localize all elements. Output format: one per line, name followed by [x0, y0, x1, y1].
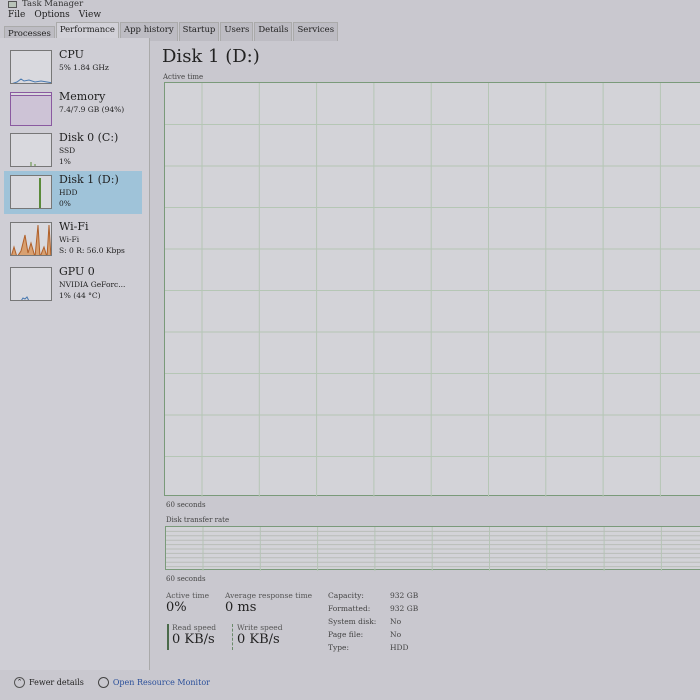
- prop-value: No: [390, 630, 402, 639]
- response-time-value: 0 ms: [225, 600, 257, 615]
- sidebar-item-detail: Wi-Fi: [59, 235, 80, 244]
- sidebar-item-detail: 0%: [59, 199, 71, 208]
- sidebar-item-label: Memory: [59, 90, 106, 103]
- page-title: Disk 1 (D:): [162, 46, 260, 67]
- graph-time-span: 60 seconds: [166, 501, 206, 509]
- read-speed-label: Read speed: [172, 623, 217, 632]
- sidebar-item-detail: 5% 1.84 GHz: [59, 63, 109, 72]
- sidebar-item-wifi[interactable]: Wi-Fi Wi-Fi S: 0 R: 56.0 Kbps: [4, 218, 142, 261]
- response-time-label: Average response time: [225, 591, 313, 600]
- sidebar-item-memory[interactable]: Memory 7.4/7.9 GB (94%): [4, 88, 142, 131]
- prop-value: HDD: [390, 643, 409, 652]
- open-resource-monitor-link[interactable]: Open Resource Monitor: [97, 677, 210, 688]
- resource-sidebar: CPU 5% 1.84 GHz Memory 7.4/7.9 GB (94%) …: [0, 38, 150, 670]
- gpu-thumbnail-graph: [10, 267, 52, 301]
- sidebar-item-gpu-0[interactable]: GPU 0 NVIDIA GeForc... 1% (44 °C): [4, 263, 142, 306]
- active-time-stat-label: Active time: [166, 591, 210, 600]
- sidebar-item-detail: NVIDIA GeForc...: [59, 280, 126, 289]
- sidebar-item-detail: 1% (44 °C): [59, 291, 101, 300]
- sidebar-item-detail: 7.4/7.9 GB (94%): [59, 105, 125, 114]
- active-time-label: Active time: [163, 73, 204, 81]
- transfer-rate-label: Disk transfer rate: [166, 516, 230, 524]
- menu-options[interactable]: Options: [34, 10, 69, 20]
- sidebar-item-cpu[interactable]: CPU 5% 1.84 GHz: [4, 46, 142, 89]
- tab-details[interactable]: Details: [254, 22, 293, 41]
- tab-services[interactable]: Services: [293, 22, 339, 41]
- prop-key: System disk:: [328, 617, 377, 626]
- read-speed-value: 0 KB/s: [172, 632, 215, 647]
- footer: ⌃ Fewer details Open Resource Monitor: [14, 677, 210, 688]
- disk1-thumbnail-graph: [10, 175, 52, 209]
- menu-view[interactable]: View: [79, 10, 101, 20]
- resource-monitor-label: Open Resource Monitor: [112, 678, 210, 687]
- disk-properties: Capacity: 932 GB Formatted: 932 GB System …: [328, 591, 448, 656]
- prop-key: Formatted:: [328, 604, 371, 613]
- window-title: Task Manager: [22, 0, 84, 9]
- active-time-graph: [164, 82, 700, 497]
- sidebar-item-detail: S: 0 R: 56.0 Kbps: [59, 246, 125, 255]
- wifi-thumbnail-graph: [10, 222, 52, 256]
- fewer-details-button[interactable]: ⌃ Fewer details: [14, 677, 84, 688]
- prop-value: No: [390, 617, 402, 626]
- chevron-up-icon: ⌃: [14, 677, 25, 688]
- disk0-thumbnail-graph: [10, 133, 52, 167]
- prop-key: Type:: [328, 643, 350, 652]
- prop-value: 932 GB: [390, 591, 419, 600]
- menu-file[interactable]: File: [8, 10, 25, 20]
- sidebar-item-label: GPU 0: [59, 265, 95, 278]
- transfer-rate-graph: [165, 526, 700, 571]
- sidebar-item-label: Wi-Fi: [59, 220, 89, 233]
- fewer-details-label: Fewer details: [29, 678, 84, 687]
- graph-time-span: 60 seconds: [166, 575, 206, 583]
- write-speed-label: Write speed: [237, 623, 283, 632]
- sidebar-item-disk-0[interactable]: Disk 0 (C:) SSD 1%: [4, 129, 142, 172]
- tab-users[interactable]: Users: [220, 22, 254, 41]
- write-speed-value: 0 KB/s: [237, 632, 280, 647]
- prop-key: Page file:: [328, 630, 364, 639]
- sidebar-item-detail: HDD: [59, 188, 78, 197]
- prop-key: Capacity:: [328, 591, 364, 600]
- sidebar-item-label: CPU: [59, 48, 84, 61]
- write-speed-marker: [232, 624, 233, 650]
- resource-monitor-icon: [97, 677, 109, 688]
- tab-startup[interactable]: Startup: [178, 22, 220, 41]
- active-time-value: 0%: [166, 600, 187, 615]
- sidebar-item-label: Disk 1 (D:): [59, 173, 119, 186]
- sidebar-item-detail: 1%: [59, 157, 71, 166]
- prop-value: 932 GB: [390, 604, 419, 613]
- sidebar-item-label: Disk 0 (C:): [59, 131, 119, 144]
- task-manager-icon: [8, 1, 17, 8]
- read-speed-marker: [167, 624, 169, 650]
- sidebar-item-disk-1[interactable]: Disk 1 (D:) HDD 0%: [4, 171, 142, 214]
- cpu-thumbnail-graph: [10, 50, 52, 84]
- sidebar-item-detail: SSD: [59, 146, 76, 155]
- menu-bar: File Options View: [8, 10, 101, 20]
- memory-thumbnail-graph: [10, 92, 52, 126]
